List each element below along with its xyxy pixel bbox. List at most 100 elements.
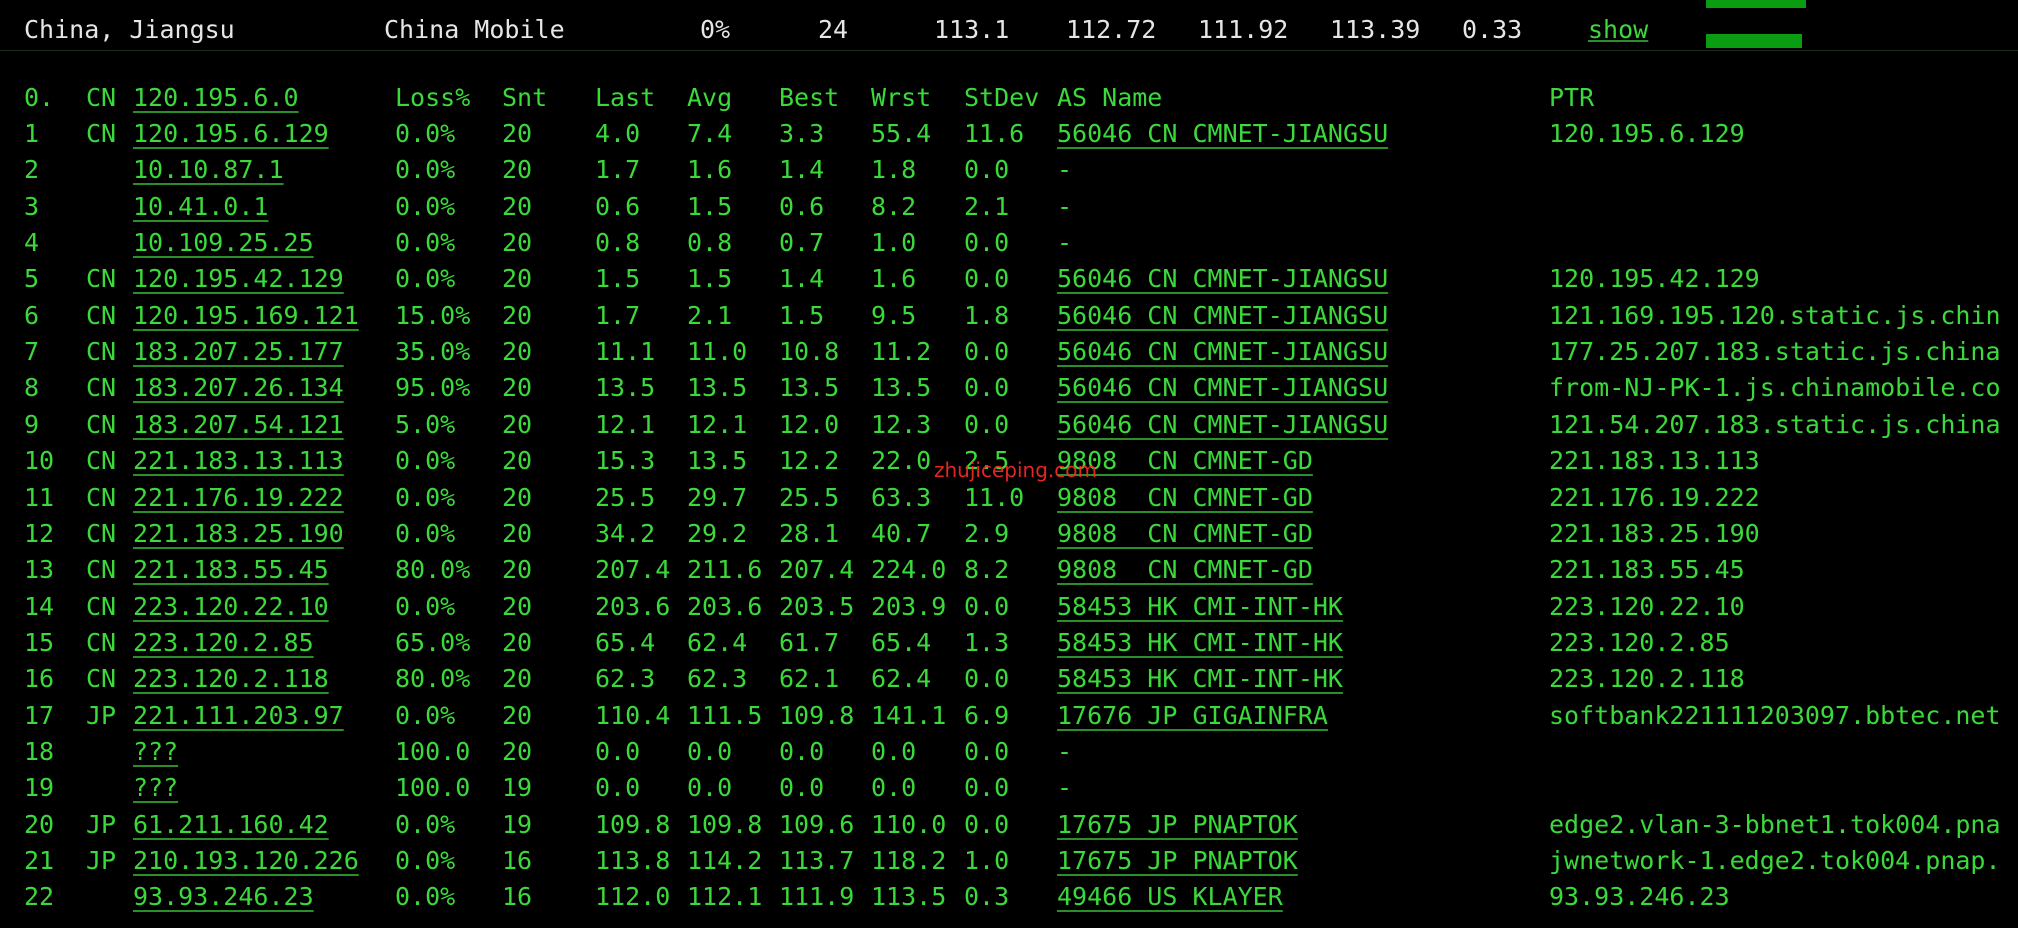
loss-cell: 0.0% xyxy=(395,700,456,730)
asname-cell[interactable]: 56046 CN CMNET-JIANGSU xyxy=(1057,261,1388,297)
best-cell: 61.7 xyxy=(779,627,840,657)
stdev-cell: 0.0 xyxy=(964,409,1010,439)
asname-cell[interactable]: 49466 US KLAYER xyxy=(1057,879,1283,915)
snt-cell: 20 xyxy=(502,736,533,766)
ptr-cell: 121.169.195.120.static.js.chin xyxy=(1549,300,2001,330)
best-cell: 12.2 xyxy=(779,446,840,476)
hop-number: 1 xyxy=(24,119,40,148)
country-code: CN xyxy=(86,119,117,148)
loss-cell: 80.0% xyxy=(395,555,471,585)
watermark: zhujiceping.com xyxy=(934,458,1097,482)
asname-cell[interactable]: 58453 HK CMI-INT-HK xyxy=(1057,661,1343,697)
ip-address[interactable]: 221.111.203.97 xyxy=(133,698,344,734)
last-cell: 112.0 xyxy=(595,882,671,912)
ip-address[interactable]: 221.183.25.190 xyxy=(133,516,344,552)
hop-number: 13 xyxy=(24,555,55,585)
last-cell: 13.5 xyxy=(595,373,656,403)
asname-cell[interactable]: 9808 CN CMNET-GD xyxy=(1057,480,1313,516)
asname-cell[interactable]: 17675 JP PNAPTOK xyxy=(1057,843,1298,879)
ip-address[interactable]: 120.195.169.121 xyxy=(133,298,359,334)
ip-address[interactable]: 221.183.13.113 xyxy=(133,443,344,479)
best-cell: 113.7 xyxy=(779,846,855,875)
wrst-cell: 1.8 xyxy=(871,155,917,185)
loss-cell: 65.0% xyxy=(395,627,471,657)
ip-address[interactable]: 223.120.22.10 xyxy=(133,589,329,625)
avg-cell: 13.5 xyxy=(687,373,748,403)
country-code: CN xyxy=(86,264,117,294)
ip-address[interactable]: 221.183.55.45 xyxy=(133,552,329,588)
stdev-cell: 0.0 xyxy=(964,337,1010,367)
country-code: CN xyxy=(86,627,117,657)
asname-cell[interactable]: 56046 CN CMNET-JIANGSU xyxy=(1057,370,1388,406)
last-cell: 1.5 xyxy=(595,264,641,294)
ip-address[interactable]: 120.195.42.129 xyxy=(133,261,344,297)
snt-cell: 20 xyxy=(502,155,533,185)
table-row: 8 CN 183.207.26.134 95.0% 20 13.5 13.5 13.5 13.5… xyxy=(0,370,2018,406)
snt-cell: 20 xyxy=(502,119,533,148)
avg-cell: 1.5 xyxy=(687,264,733,294)
ip-address[interactable]: 223.120.2.118 xyxy=(133,661,329,697)
ip-address[interactable]: 10.41.0.1 xyxy=(133,189,268,225)
ip-address[interactable]: 183.207.26.134 xyxy=(133,370,344,406)
loss-header: Loss% xyxy=(395,83,471,112)
ip-address[interactable]: 10.109.25.25 xyxy=(133,225,314,261)
asname-cell[interactable]: 9808 CN CMNET-GD xyxy=(1057,552,1313,588)
ip-address[interactable]: 183.207.54.121 xyxy=(133,407,344,443)
best-cell: 62.1 xyxy=(779,664,840,694)
ip-address[interactable]: 210.193.120.226 xyxy=(133,843,359,879)
show-link[interactable]: show xyxy=(1588,12,1648,48)
last-cell: 12.1 xyxy=(595,409,656,439)
stdev-cell: 0.0 xyxy=(964,155,1010,185)
ptr-cell: from-NJ-PK-1.js.chinamobile.co xyxy=(1549,373,2001,403)
best-cell: 0.7 xyxy=(779,228,825,258)
loss-cell: 0.0% xyxy=(395,228,456,258)
ip-address[interactable]: 120.195.6.129 xyxy=(133,116,329,152)
avg-cell: 0.0 xyxy=(687,773,733,803)
stdev-cell: 11.0 xyxy=(964,482,1025,512)
best-cell: 13.5 xyxy=(779,373,840,403)
ip-address[interactable]: 183.207.25.177 xyxy=(133,334,344,370)
wrst-cell: 110.0 xyxy=(871,809,947,839)
asname-cell[interactable]: 9808 CN CMNET-GD xyxy=(1057,516,1313,552)
avg-cell: 1.6 xyxy=(687,155,733,185)
ip-address[interactable]: ??? xyxy=(133,734,178,770)
ptr-cell: 223.120.2.85 xyxy=(1549,627,1730,657)
asname-cell[interactable]: 56046 CN CMNET-JIANGSU xyxy=(1057,334,1388,370)
avg-cell: 13.5 xyxy=(687,446,748,476)
table-row: 18??? 100.0 20 0.0 0.0 0.0 0.0 0.0 - xyxy=(0,734,2018,770)
wrst-cell: 40.7 xyxy=(871,518,932,548)
hop-number: 4 xyxy=(24,228,40,258)
table-row: 7 CN 183.207.25.177 35.0% 20 11.1 11.0 10.8 11.2… xyxy=(0,334,2018,370)
asname-cell[interactable]: 17676 JP GIGAINFRA xyxy=(1057,698,1328,734)
ip-address[interactable]: ??? xyxy=(133,770,178,806)
stdev-cell: 0.0 xyxy=(964,591,1010,621)
asname-cell[interactable]: 17675 JP PNAPTOK xyxy=(1057,807,1298,843)
ptr-cell: edge2.vlan-3-bbnet1.tok004.pna xyxy=(1549,809,2001,839)
ip-header[interactable]: 120.195.6.0 xyxy=(133,80,299,116)
value-3: 111.92 xyxy=(1198,15,1289,44)
ip-address[interactable]: 61.211.160.42 xyxy=(133,807,329,843)
wrst-cell: 8.2 xyxy=(871,191,917,221)
wrst-cell: 13.5 xyxy=(871,373,932,403)
wrst-cell: 203.9 xyxy=(871,591,947,621)
ip-address[interactable]: 223.120.2.85 xyxy=(133,625,314,661)
avg-cell: 11.0 xyxy=(687,337,748,367)
wrst-cell: 118.2 xyxy=(871,846,947,875)
country-code: CN xyxy=(86,591,117,621)
ip-address[interactable]: 10.10.87.1 xyxy=(133,152,284,188)
hop-number: 18 xyxy=(24,736,55,766)
ip-address[interactable]: 221.176.19.222 xyxy=(133,480,344,516)
ptr-cell: 221.176.19.222 xyxy=(1549,482,1760,512)
country-code: JP xyxy=(86,700,117,730)
asname-cell[interactable]: 58453 HK CMI-INT-HK xyxy=(1057,625,1343,661)
ip-address[interactable]: 93.93.246.23 xyxy=(133,879,314,915)
asname-cell[interactable]: 56046 CN CMNET-JIANGSU xyxy=(1057,116,1388,152)
asname-cell[interactable]: 58453 HK CMI-INT-HK xyxy=(1057,589,1343,625)
avg-cell: 211.6 xyxy=(687,555,763,585)
hop-number: 6 xyxy=(24,300,40,330)
table-row: 3 10.41.0.1 0.0% 20 0.6 1.5 0.6 8.2 2.1 - xyxy=(0,189,2018,225)
asname-cell[interactable]: 56046 CN CMNET-JIANGSU xyxy=(1057,298,1388,334)
avg-cell: 12.1 xyxy=(687,409,748,439)
country-code: CN xyxy=(86,446,117,476)
asname-cell[interactable]: 56046 CN CMNET-JIANGSU xyxy=(1057,407,1388,443)
